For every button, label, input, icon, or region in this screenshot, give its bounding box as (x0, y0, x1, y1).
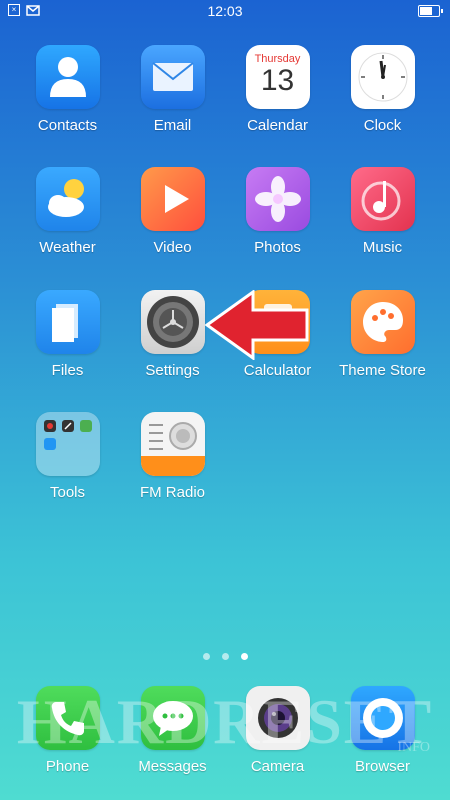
app-label: Settings (145, 362, 200, 379)
app-email[interactable]: Email (120, 45, 225, 134)
page-dot[interactable] (221, 653, 229, 660)
app-contacts[interactable]: Contacts (15, 45, 120, 134)
app-label: Contacts (37, 117, 98, 134)
red-arrow-pointer (205, 290, 309, 360)
watermark-text: HARDRESET (16, 686, 434, 757)
app-label: Calendar (247, 117, 308, 134)
contacts-icon (35, 45, 100, 109)
app-music[interactable]: Music (330, 167, 435, 256)
status-bar: × 12:03 (0, 0, 450, 24)
page-indicator (0, 653, 450, 660)
app-label: Files (51, 362, 84, 379)
email-icon (140, 45, 205, 109)
music-icon (350, 167, 415, 231)
app-label: Tools (49, 484, 86, 501)
battery-icon (418, 5, 443, 17)
app-files[interactable]: Files (15, 290, 120, 379)
tools-folder-icon (35, 412, 100, 476)
page-dot[interactable] (202, 653, 210, 660)
app-fm-radio[interactable]: FM Radio (120, 412, 225, 501)
photos-icon (245, 167, 310, 231)
app-video[interactable]: Video (120, 167, 225, 256)
app-clock[interactable]: Clock (330, 45, 435, 134)
watermark-sub: INFO (397, 740, 430, 755)
app-weather[interactable]: Weather (15, 167, 120, 256)
app-label: Email (153, 117, 192, 134)
app-label: Theme Store (339, 362, 426, 379)
app-calendar[interactable]: Thursday 13 Calendar (225, 45, 330, 134)
weather-icon (35, 167, 100, 231)
app-label: Video (153, 239, 192, 256)
palette-icon (350, 290, 415, 354)
calendar-day: 13 (260, 64, 295, 97)
app-tools-folder[interactable]: Tools (15, 412, 120, 501)
app-label: Messages (138, 758, 207, 775)
app-label: Calculator (243, 362, 312, 379)
app-label: Camera (250, 758, 305, 775)
fm-radio-icon (140, 412, 205, 476)
app-label: Phone (45, 758, 90, 775)
app-label: FM Radio (139, 484, 206, 501)
settings-gear-icon (140, 290, 205, 354)
files-icon (35, 290, 100, 354)
status-time: 12:03 (207, 3, 243, 19)
clock-icon (350, 45, 415, 109)
calendar-icon: Thursday 13 (245, 45, 310, 109)
app-label: Browser (354, 758, 410, 775)
app-label: Weather (39, 239, 96, 256)
app-theme-store[interactable]: Theme Store (330, 290, 435, 379)
app-photos[interactable]: Photos (225, 167, 330, 256)
app-label: Photos (254, 239, 301, 256)
video-icon (140, 167, 205, 231)
app-label: Music (362, 239, 403, 256)
app-label: Clock (363, 117, 402, 134)
page-dot-active[interactable] (240, 653, 248, 660)
